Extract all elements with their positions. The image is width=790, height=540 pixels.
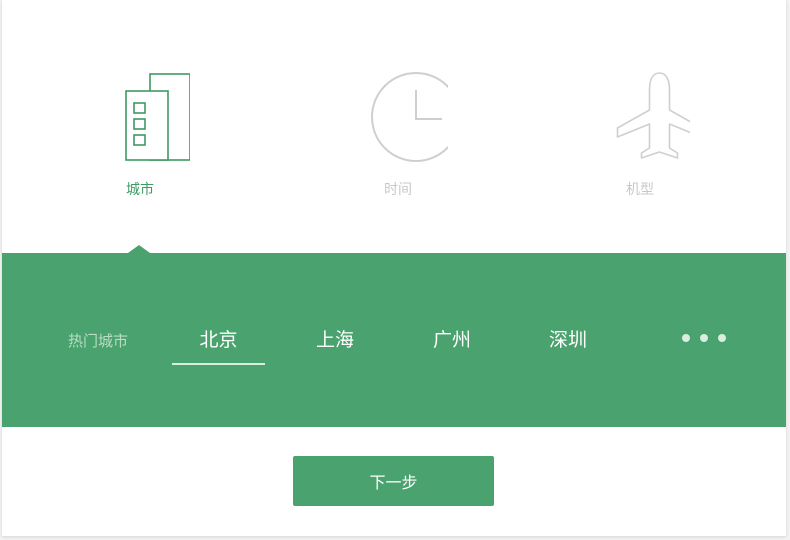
next-step-button[interactable]: 下一步 [293,456,494,506]
tab-time-label: 时间 [384,182,412,198]
city-option-shanghai[interactable]: 上海 [297,325,373,352]
dot [718,334,726,342]
active-tab-pointer [128,245,150,253]
tab-city-label: 城市 [126,182,154,198]
clock-icon [371,72,448,162]
tab-model-label: 机型 [626,182,654,198]
city-option-shenzhen[interactable]: 深圳 [530,325,606,352]
hot-cities-label: 热门城市 [68,332,129,350]
building-icon [125,73,190,161]
city-option-guangzhou[interactable]: 广州 [414,325,490,352]
city-option-beijing[interactable]: 北京 [172,325,265,365]
tab-model[interactable]: 机型 [570,66,710,206]
airplane-icon [616,72,690,159]
selection-card: 城市 时间 机型 热门城市 北京 上海 广州 深圳 下一步 [2,0,786,536]
tab-time[interactable]: 时间 [328,66,468,206]
tab-city[interactable]: 城市 [70,66,210,206]
dot [682,334,690,342]
more-dots-icon[interactable] [682,333,726,343]
dot [700,334,708,342]
city-panel: 热门城市 北京 上海 广州 深圳 [2,245,786,427]
